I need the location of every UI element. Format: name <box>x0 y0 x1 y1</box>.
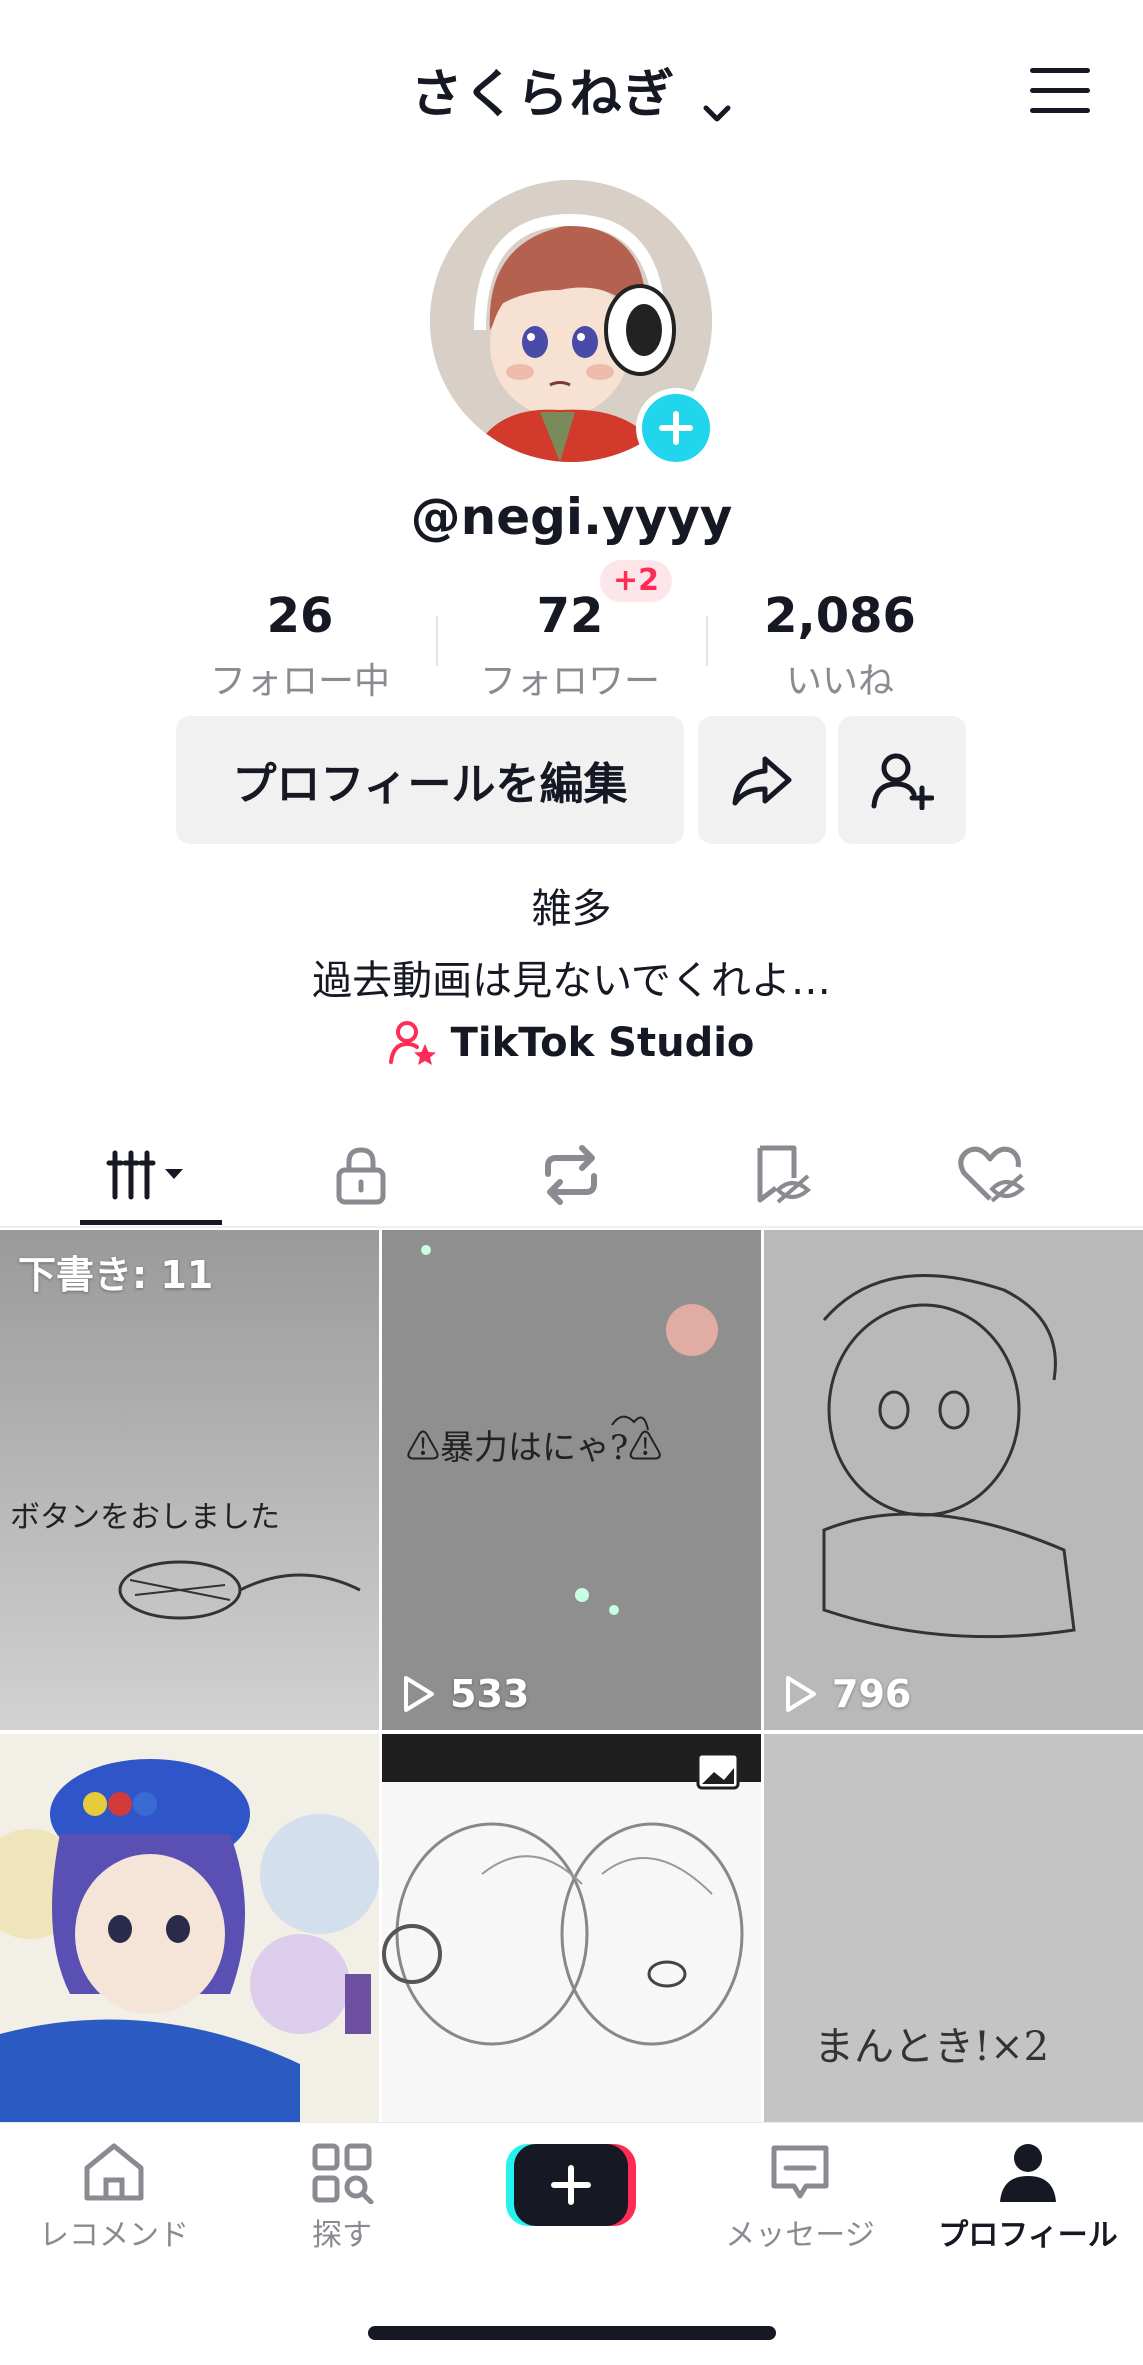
repost-icon <box>545 1145 597 1205</box>
view-count-value: 796 <box>832 1672 912 1716</box>
view-count: 533 <box>402 1672 529 1716</box>
tile-caption: ⚠暴力はにゃ?⚠ <box>406 1428 663 1468</box>
following-count: 26 <box>266 588 334 644</box>
lock-icon <box>336 1147 386 1205</box>
username: @negi.yyyy <box>410 488 733 546</box>
bookmark-hidden-icon <box>757 1145 812 1204</box>
explore-icon <box>312 2143 374 2204</box>
draft-video-tile[interactable]: 下書き: 11 ボタンをおしました <box>0 1230 379 1730</box>
video-tile[interactable] <box>382 1734 761 2124</box>
following-label: フォロー中 <box>209 661 390 702</box>
video-tile[interactable]: ⚠暴力はにゃ?⚠ 533 <box>382 1230 761 1730</box>
nav-messages[interactable]: メッセージ <box>686 2140 914 2254</box>
home-indicator <box>368 2326 776 2340</box>
play-icon <box>786 1676 816 1712</box>
edit-profile-button[interactable]: プロフィールを編集 <box>176 716 684 844</box>
view-count: 796 <box>784 1672 911 1716</box>
divider <box>436 616 438 666</box>
add-avatar-button[interactable] <box>636 388 716 468</box>
share-icon <box>732 756 792 806</box>
liked-tab[interactable] <box>881 1130 1101 1220</box>
page-title: さくらねぎ <box>410 65 676 125</box>
bio-line: 過去動画は見ないでくれよ… <box>312 958 831 1004</box>
likes-stat[interactable]: 2,086 いいね <box>710 588 970 704</box>
profile-icon <box>1000 2144 1056 2202</box>
followers-label: フォロワー <box>479 661 660 702</box>
following-stat[interactable]: 26 フォロー中 <box>170 588 430 704</box>
grid-videos-icon <box>106 1150 183 1200</box>
tile-caption: ボタンをおしました <box>10 1500 280 1535</box>
tiktok-studio-link[interactable]: TikTok Studio <box>0 1020 1143 1066</box>
tile-caption: まんとき!×2 <box>814 2024 1050 2070</box>
view-count-value: 533 <box>450 1672 530 1716</box>
nav-label: メッセージ <box>725 2218 875 2253</box>
video-tile[interactable]: まんとき!×2 <box>764 1734 1143 2124</box>
active-tab-indicator <box>80 1220 222 1225</box>
likes-label: いいね <box>785 661 894 702</box>
divider <box>0 1226 1143 1228</box>
plus-icon <box>659 411 693 445</box>
reposts-tab[interactable] <box>461 1130 681 1220</box>
hamburger-menu-icon[interactable] <box>1030 68 1090 114</box>
nav-explore[interactable]: 探す <box>228 2140 456 2254</box>
video-tile[interactable]: 796 <box>764 1230 1143 1730</box>
create-button[interactable] <box>506 2144 636 2226</box>
share-profile-button[interactable] <box>698 716 826 844</box>
add-friend-icon <box>871 753 934 810</box>
home-icon <box>84 2143 144 2201</box>
create-plus-icon <box>506 2144 636 2226</box>
new-followers-badge: +2 <box>600 560 672 602</box>
studio-label: TikTok Studio <box>450 1020 755 1066</box>
draft-count-label: 下書き: 11 <box>18 1253 214 1297</box>
video-tile[interactable] <box>0 1734 379 2124</box>
followers-stat[interactable]: 72 フォロワー <box>440 588 700 704</box>
nav-label: レコメンド <box>39 2218 189 2253</box>
creator-star-icon <box>388 1021 436 1065</box>
likes-count: 2,086 <box>764 588 916 644</box>
play-icon <box>404 1676 434 1712</box>
nav-label: 探す <box>312 2218 372 2253</box>
add-friend-button[interactable] <box>838 716 966 844</box>
nav-profile[interactable]: プロフィール <box>914 2140 1142 2254</box>
favorites-tab[interactable] <box>671 1130 891 1220</box>
videos-tab[interactable] <box>41 1130 261 1220</box>
account-switcher[interactable]: さくらねぎ <box>0 52 1143 127</box>
heart-hidden-icon <box>958 1146 1026 1203</box>
nav-label: プロフィール <box>938 2218 1118 2253</box>
message-icon <box>771 2145 829 2199</box>
divider <box>706 616 708 666</box>
chevron-down-icon <box>701 82 733 122</box>
private-tab[interactable] <box>251 1130 471 1220</box>
nav-home[interactable]: レコメンド <box>0 2140 228 2254</box>
bio-line: 雑多 <box>531 886 612 932</box>
